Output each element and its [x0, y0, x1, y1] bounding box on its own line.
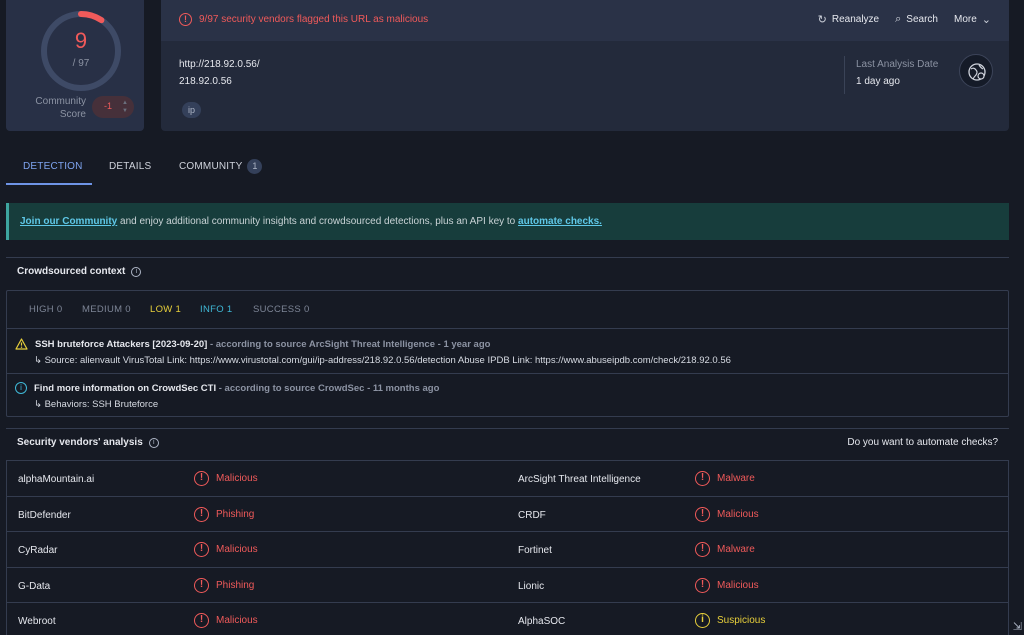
vendor-row: Webroot ! Malicious AlphaSOC i Suspicious	[7, 603, 1008, 635]
crowdsourced-context-title: Crowdsourced context i	[17, 266, 142, 277]
detection-score-card: 9 / 97 Community Score -1 ▲ ▼	[6, 0, 144, 131]
malicious-icon: !	[194, 613, 209, 628]
vendor-result: ! Malware	[695, 471, 755, 486]
context-item: SSH bruteforce Attackers [2023-09-20] - …	[15, 338, 731, 366]
malicious-icon: !	[194, 577, 209, 593]
automate-checks-prompt[interactable]: Do you want to automate checks?	[847, 437, 998, 448]
active-tab-indicator	[6, 183, 92, 185]
malicious-icon: !	[194, 542, 209, 557]
detection-total: / 97	[72, 58, 90, 69]
context-item: i Find more information on CrowdSec CTI …	[15, 382, 439, 410]
vendor-name: Webroot	[18, 616, 56, 627]
severity-success[interactable]: SUCCESS 0	[253, 304, 310, 315]
community-score-label: Community Score	[35, 96, 86, 120]
severity-high[interactable]: HIGH 0	[29, 304, 62, 315]
vendor-name: AlphaSOC	[518, 616, 566, 627]
severity-low[interactable]: LOW 1	[150, 304, 181, 315]
automate-checks-link[interactable]: automate checks.	[518, 216, 602, 227]
detection-count: 9	[74, 28, 88, 53]
vote-arrows-icon[interactable]: ▲ ▼	[122, 99, 128, 115]
malicious-icon: !	[194, 506, 209, 522]
more-button[interactable]: More ⌄	[954, 13, 991, 26]
community-score-pill[interactable]: -1 ▲ ▼	[92, 96, 134, 118]
search-icon: ⌕	[895, 13, 902, 25]
severity-medium[interactable]: MEDIUM 0	[82, 304, 131, 315]
header-divider	[844, 56, 845, 94]
vendor-row: alphaMountain.ai ! Malicious ArcSight Threa…	[7, 461, 1008, 497]
header-top-bar: ! 9/97 security vendors flagged this URL…	[161, 0, 1009, 41]
chevron-down-icon: ⌄	[981, 14, 991, 26]
warning-triangle-icon	[15, 338, 28, 350]
vendor-name: alphaMountain.ai	[18, 474, 95, 485]
alert-circle-icon: !	[179, 13, 192, 26]
analyzed-ip: 218.92.0.56	[179, 76, 232, 87]
severity-filter-row: HIGH 0 MEDIUM 0 LOW 1 INFO 1 SUCCESS 0	[7, 291, 1008, 329]
vendor-result: ! Phishing	[194, 506, 254, 522]
info-icon[interactable]: i	[148, 437, 159, 448]
info-icon[interactable]: i	[131, 266, 142, 277]
reanalyze-button[interactable]: ↻ Reanalyze	[818, 13, 879, 26]
info-circle-icon: i	[15, 382, 27, 394]
vendor-result: ! Malware	[695, 542, 755, 557]
vendor-result: ! Malicious	[194, 542, 258, 557]
malicious-icon: !	[695, 542, 710, 557]
url-header-card: ! 9/97 security vendors flagged this URL…	[161, 0, 1009, 131]
vendor-result: ! Phishing	[194, 577, 254, 593]
vendor-table: alphaMountain.ai ! Malicious ArcSight Threa…	[6, 460, 1009, 635]
vendor-result: ! Malicious	[695, 577, 759, 593]
severity-info[interactable]: INFO 1	[200, 304, 232, 315]
malicious-icon: !	[695, 471, 710, 486]
vendor-result: ! Malicious	[194, 471, 258, 486]
section-divider	[6, 428, 1009, 429]
tab-details[interactable]: DETAILS	[109, 150, 151, 184]
suspicious-icon: i	[695, 613, 710, 628]
tab-bar: DETECTION DETAILS COMMUNITY 1	[6, 150, 1009, 186]
malicious-icon: !	[695, 506, 710, 522]
last-analysis-value: 1 day ago	[856, 76, 900, 87]
vendor-name: BitDefender	[18, 509, 71, 521]
vendor-name: ArcSight Threat Intelligence	[518, 474, 641, 485]
refresh-icon: ↻	[817, 14, 827, 26]
last-analysis-label: Last Analysis Date	[856, 59, 939, 70]
vendor-name: Lionic	[518, 580, 545, 592]
community-score-value: -1	[104, 101, 113, 111]
join-community-link[interactable]: Join our Community	[20, 216, 117, 227]
community-banner: Join our Community and enjoy additional …	[6, 203, 1009, 240]
community-count-badge: 1	[247, 159, 263, 174]
tag-ip[interactable]: ip	[182, 102, 202, 118]
resize-handle-icon[interactable]: ⇲	[1013, 620, 1022, 633]
context-divider	[7, 373, 1008, 374]
header-toolbar: ↻ Reanalyze ⌕ Search More ⌄	[818, 13, 991, 26]
tab-detection[interactable]: DETECTION	[23, 150, 83, 184]
vendor-row: G-Data ! Phishing Lionic ! Malicious	[7, 568, 1008, 603]
vendor-result: ! Malicious	[194, 613, 258, 628]
malicious-alert: ! 9/97 security vendors flagged this URL…	[179, 13, 428, 26]
vendor-name: Fortinet	[518, 545, 552, 556]
vendor-result: i Suspicious	[695, 613, 765, 628]
search-button[interactable]: ⌕ Search	[895, 13, 938, 26]
vendor-name: G-Data	[18, 580, 51, 592]
malicious-icon: !	[194, 471, 209, 486]
section-divider	[6, 257, 1009, 258]
vendor-name: CRDF	[518, 509, 546, 521]
vendor-row: CyRadar ! Malicious Fortinet ! Malware	[7, 532, 1008, 568]
vendor-name: CyRadar	[18, 545, 58, 556]
crowdsourced-context-box: HIGH 0 MEDIUM 0 LOW 1 INFO 1 SUCCESS 0 S…	[6, 290, 1009, 417]
tab-community[interactable]: COMMUNITY 1	[179, 150, 263, 184]
vendors-analysis-title: Security vendors' analysis i	[17, 437, 159, 448]
vendor-row: BitDefender ! Phishing CRDF ! Malicious	[7, 497, 1008, 532]
vendor-result: ! Malicious	[695, 506, 759, 522]
globe-link-icon[interactable]	[959, 54, 993, 88]
analyzed-url: http://218.92.0.56/	[179, 59, 260, 70]
malicious-icon: !	[695, 577, 710, 593]
